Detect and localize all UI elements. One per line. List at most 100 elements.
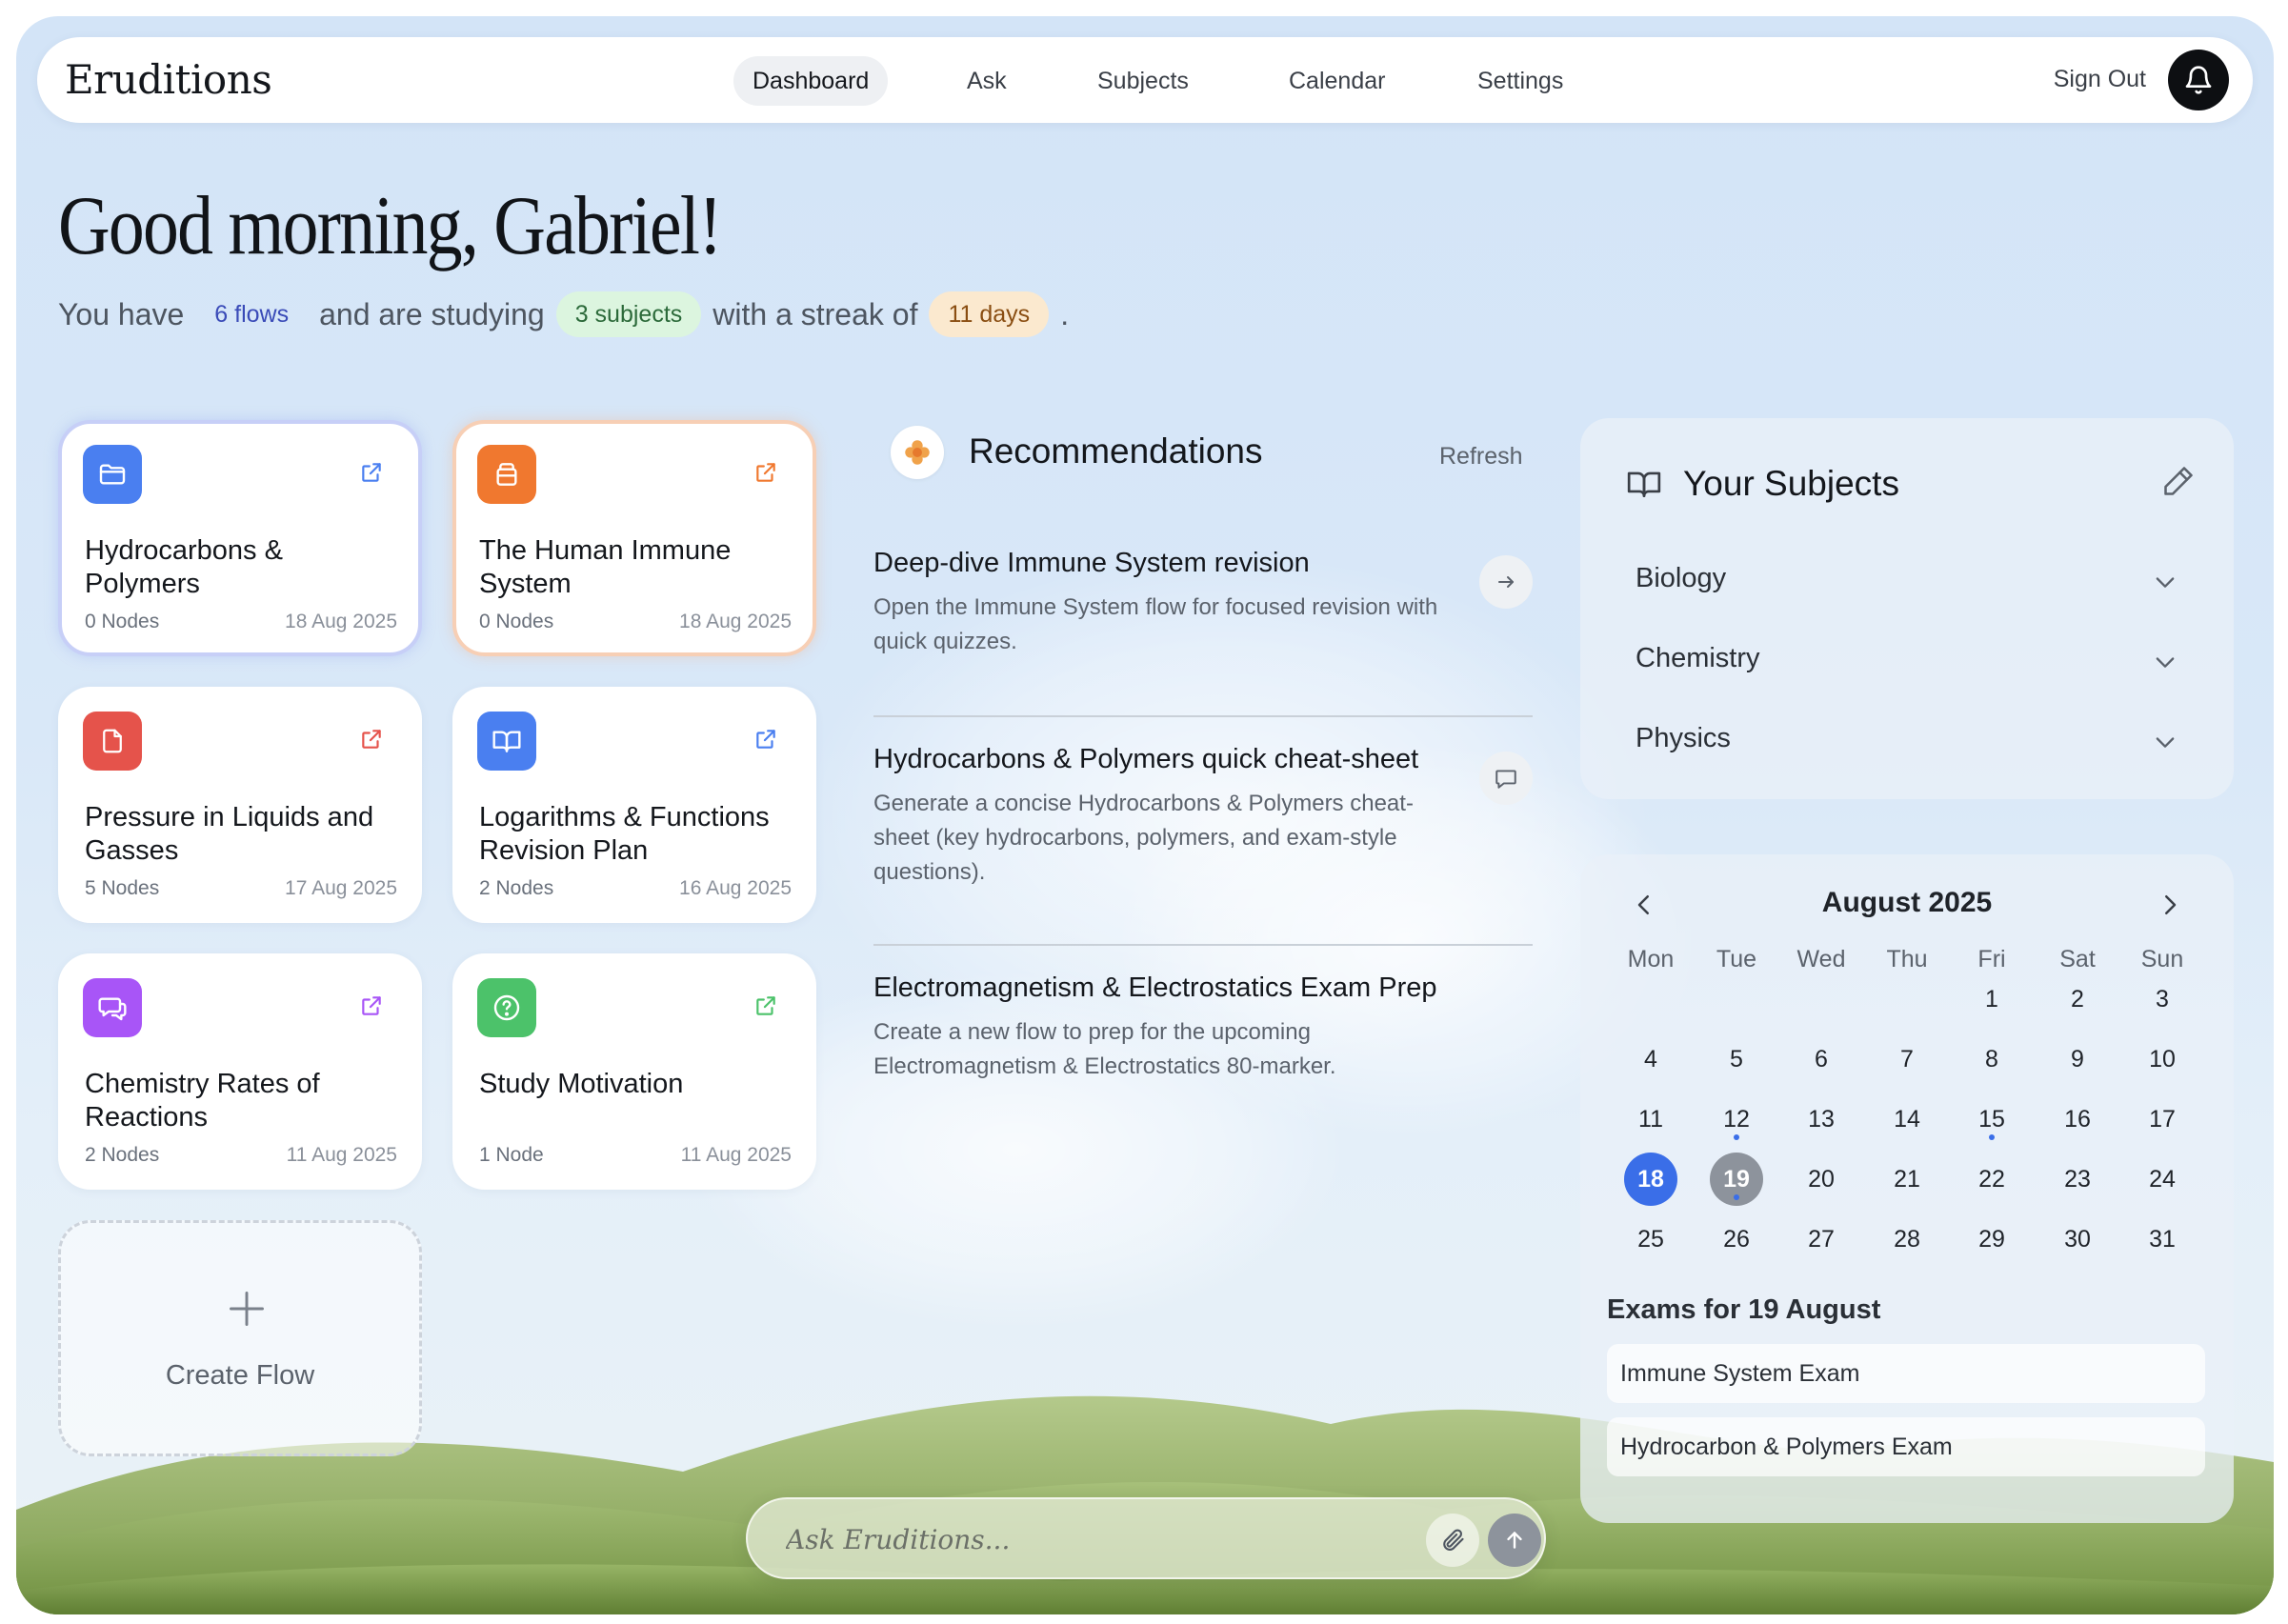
flow-node-count: 0 Nodes (85, 611, 160, 632)
calendar-day[interactable]: 24 (2136, 1153, 2189, 1206)
event-dot (1989, 1134, 1995, 1140)
flow-card[interactable]: Chemistry Rates of Reactions 2 Nodes 11 … (58, 953, 422, 1190)
flow-card[interactable]: The Human Immune System 0 Nodes 18 Aug 2… (452, 420, 816, 656)
calendar-day[interactable]: 5 (1710, 1033, 1763, 1086)
recommendations-icon (891, 426, 944, 479)
app-logo[interactable]: Eruditions (65, 56, 272, 103)
calendar-day[interactable]: 9 (2051, 1033, 2104, 1086)
flow-icon-badge (477, 978, 536, 1037)
calendar-day[interactable]: 27 (1795, 1213, 1848, 1266)
calendar-day[interactable]: 10 (2136, 1033, 2189, 1086)
book-icon (492, 731, 521, 752)
weekday-label: Tue (1716, 946, 1757, 972)
flow-date: 18 Aug 2025 (679, 611, 792, 632)
calendar-day[interactable]: 3 (2136, 972, 2189, 1026)
subject-label: Physics (1636, 723, 1731, 753)
nav-ask[interactable]: Ask (948, 56, 1026, 106)
calendar-day[interactable]: 20 (1795, 1153, 1848, 1206)
archive-icon (496, 463, 517, 486)
notifications-button[interactable] (2168, 50, 2229, 110)
calendar-day[interactable]: 22 (1965, 1153, 2018, 1206)
arrow-right-icon (1498, 576, 1514, 588)
calendar-day[interactable]: 29 (1965, 1213, 2018, 1266)
attach-button[interactable] (1426, 1514, 1479, 1567)
exam-item[interactable]: Immune System Exam (1607, 1344, 2205, 1403)
summary-text: with a streak of (712, 296, 918, 331)
recommendation-item[interactable]: Deep-dive Immune System revision Open th… (873, 548, 1533, 659)
calendar-day[interactable]: 4 (1624, 1033, 1677, 1086)
nav-settings[interactable]: Settings (1458, 56, 1582, 106)
app-frame: Eruditions Dashboard Ask Subjects Calend… (16, 16, 2274, 1614)
calendar-day[interactable]: 16 (2051, 1093, 2104, 1146)
arrow-up-icon (1507, 1532, 1522, 1549)
create-flow-button[interactable]: Create Flow (58, 1220, 422, 1456)
subject-item-biology[interactable]: Biology (1636, 563, 2178, 601)
calendar-day[interactable]: 25 (1624, 1213, 1677, 1266)
nav-subjects[interactable]: Subjects (1078, 56, 1208, 106)
nav-dashboard[interactable]: Dashboard (733, 56, 889, 106)
external-link-icon[interactable] (753, 993, 778, 1018)
flow-card[interactable]: Logarithms & Functions Revision Plan 2 N… (452, 687, 816, 923)
external-link-icon[interactable] (359, 460, 384, 485)
calendar-day[interactable]: 1 (1965, 972, 2018, 1026)
calendar-day[interactable]: 8 (1965, 1033, 2018, 1086)
calendar-day[interactable]: 2 (2051, 972, 2104, 1026)
calendar-day[interactable]: 30 (2051, 1213, 2104, 1266)
flow-card[interactable]: Pressure in Liquids and Gasses 5 Nodes 1… (58, 687, 422, 923)
flow-card[interactable]: Study Motivation 1 Node 11 Aug 2025 (452, 953, 816, 1190)
recommendation-action-button[interactable] (1479, 555, 1533, 609)
chat-icon (98, 997, 127, 1021)
top-navbar: Eruditions Dashboard Ask Subjects Calend… (37, 37, 2253, 123)
plus-icon (230, 1292, 264, 1326)
calendar-day[interactable]: 23 (2051, 1153, 2104, 1206)
recommendation-title: Electromagnetism & Electrostatics Exam P… (873, 972, 1437, 1003)
recommendation-item[interactable]: Electromagnetism & Electrostatics Exam P… (873, 972, 1533, 1084)
chat-bubble-icon (1495, 770, 1516, 789)
calendar-day[interactable]: 26 (1710, 1213, 1763, 1266)
event-dot (1734, 1134, 1739, 1140)
calendar-day[interactable]: 14 (1880, 1093, 1934, 1146)
external-link-icon[interactable] (753, 727, 778, 752)
weekday-label: Wed (1796, 946, 1846, 972)
flow-node-count: 0 Nodes (479, 611, 554, 632)
subject-item-chemistry[interactable]: Chemistry (1636, 643, 2178, 681)
edit-icon[interactable] (2161, 464, 2196, 498)
calendar-day[interactable]: 18 (1624, 1153, 1677, 1206)
subjects-panel: Your Subjects Biology Chemistry Physics (1580, 418, 2234, 799)
flow-node-count: 2 Nodes (479, 877, 554, 899)
external-link-icon[interactable] (359, 993, 384, 1018)
send-button[interactable] (1488, 1514, 1541, 1567)
chevron-right-icon[interactable] (2156, 891, 2184, 919)
flow-icon-badge (83, 445, 142, 504)
sign-out-link[interactable]: Sign Out (2054, 66, 2146, 93)
subjects-header: Your Subjects (1626, 464, 1899, 504)
external-link-icon[interactable] (753, 460, 778, 485)
exam-item[interactable]: Hydrocarbon & Polymers Exam (1607, 1417, 2205, 1476)
calendar-day[interactable]: 11 (1624, 1093, 1677, 1146)
recommendation-item[interactable]: Hydrocarbons & Polymers quick cheat-shee… (873, 744, 1533, 890)
flow-icon-badge (477, 445, 536, 504)
calendar-day[interactable]: 31 (2136, 1213, 2189, 1266)
ask-input[interactable] (786, 1518, 1376, 1560)
refresh-button[interactable]: Refresh (1439, 443, 1523, 471)
calendar-day[interactable]: 28 (1880, 1213, 1934, 1266)
flow-date: 11 Aug 2025 (680, 1144, 792, 1166)
calendar-day[interactable]: 7 (1880, 1033, 1934, 1086)
flows-count-badge[interactable]: 6 flows (195, 291, 308, 337)
flow-card[interactable]: Hydrocarbons & Polymers 0 Nodes 18 Aug 2… (58, 420, 422, 656)
bell-icon (2185, 66, 2212, 94)
recommendation-description: Generate a concise Hydrocarbons & Polyme… (873, 791, 1414, 885)
recommendation-description: Create a new flow to prep for the upcomi… (873, 1019, 1336, 1079)
calendar-day[interactable]: 17 (2136, 1093, 2189, 1146)
subjects-count-badge[interactable]: 3 subjects (555, 291, 702, 337)
flow-node-count: 5 Nodes (85, 877, 160, 899)
calendar-day[interactable]: 21 (1880, 1153, 1934, 1206)
flow-title: Pressure in Liquids and Gasses (85, 802, 374, 866)
calendar-day[interactable]: 13 (1795, 1093, 1848, 1146)
recommendation-title: Deep-dive Immune System revision (873, 548, 1310, 578)
subject-item-physics[interactable]: Physics (1636, 723, 2178, 761)
recommendation-action-button[interactable] (1479, 752, 1533, 805)
calendar-day[interactable]: 6 (1795, 1033, 1848, 1086)
nav-calendar[interactable]: Calendar (1270, 56, 1404, 106)
external-link-icon[interactable] (359, 727, 384, 752)
